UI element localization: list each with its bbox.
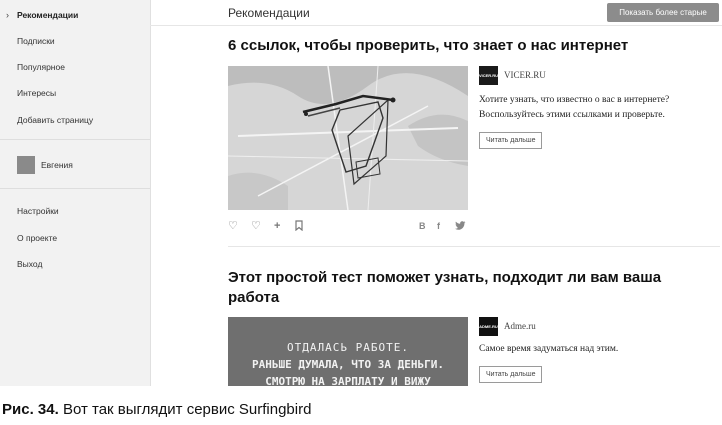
poster-text: РАНЬШЕ ДУМАЛА, ЧТО ЗА ДЕНЬГИ. [251, 358, 445, 371]
article-title[interactable]: Этот простой тест поможет узнать, подход… [228, 268, 698, 308]
article-poster-image[interactable]: ОТДАЛАСЬ РАБОТЕ. РАНЬШЕ ДУМАЛА, ЧТО ЗА Д… [228, 317, 468, 386]
article-map-image[interactable] [228, 66, 468, 210]
article-source[interactable]: Adme.ru [504, 321, 536, 331]
read-more-button[interactable]: Читать дальше [479, 132, 543, 149]
source-logo[interactable]: ADME.RU [479, 317, 498, 336]
figure-caption-label: Рис. 34. [2, 401, 59, 418]
share-vk-icon[interactable]: В [419, 221, 426, 231]
bookmark-icon[interactable] [295, 220, 303, 234]
sidebar-item-subscriptions[interactable]: Подписки [17, 36, 55, 46]
share-facebook-icon[interactable]: f [437, 221, 440, 231]
sidebar: › Рекомендации Подписки Популярное Интер… [0, 0, 151, 386]
share-twitter-icon[interactable] [455, 221, 466, 232]
article-description: Хотите узнать, что известно о вас в инте… [479, 95, 670, 120]
heart-icon[interactable]: ♡ [228, 220, 238, 232]
article-description: Самое время задуматься над этим. [479, 344, 619, 354]
poster-text: СМОТРЮ НА ЗАРПЛАТУ И ВИЖУ [265, 375, 431, 386]
figure-caption-text: Вот так выглядит сервис Surfingbird [62, 401, 312, 418]
plus-icon[interactable]: + [274, 220, 280, 232]
sidebar-item-add-page[interactable]: Добавить страницу [17, 115, 93, 125]
app-frame: › Рекомендации Подписки Популярное Интер… [0, 0, 722, 386]
chevron-right-icon: › [6, 10, 9, 20]
avatar [17, 156, 35, 174]
sidebar-item-settings[interactable]: Настройки [17, 206, 59, 216]
figure-caption: Рис. 34. Вот так выглядит сервис Surfing… [2, 401, 311, 418]
article-title[interactable]: 6 ссылок, чтобы проверить, что знает о н… [228, 36, 698, 56]
sidebar-divider [0, 139, 150, 140]
sidebar-item-about[interactable]: О проекте [17, 233, 57, 243]
sidebar-divider [0, 188, 150, 189]
article-divider [228, 246, 720, 247]
source-logo[interactable]: VICER.RU [479, 66, 498, 85]
sidebar-item-logout[interactable]: Выход [17, 259, 42, 269]
page-title: Рекомендации [228, 6, 310, 20]
header-divider [150, 25, 722, 26]
sidebar-item-recommendations[interactable]: Рекомендации [17, 10, 78, 20]
show-older-button[interactable]: Показать более старые [607, 3, 719, 22]
read-more-button[interactable]: Читать дальше [479, 366, 543, 383]
dislike-heart-icon[interactable]: ♡ [251, 220, 261, 232]
sidebar-item-interests[interactable]: Интересы [17, 88, 56, 98]
article-source[interactable]: VICER.RU [504, 70, 546, 80]
user-profile[interactable]: Евгения [17, 156, 73, 174]
sidebar-item-popular[interactable]: Популярное [17, 62, 65, 72]
user-name: Евгения [41, 160, 73, 170]
poster-text: ОТДАЛАСЬ РАБОТЕ. [287, 341, 409, 354]
